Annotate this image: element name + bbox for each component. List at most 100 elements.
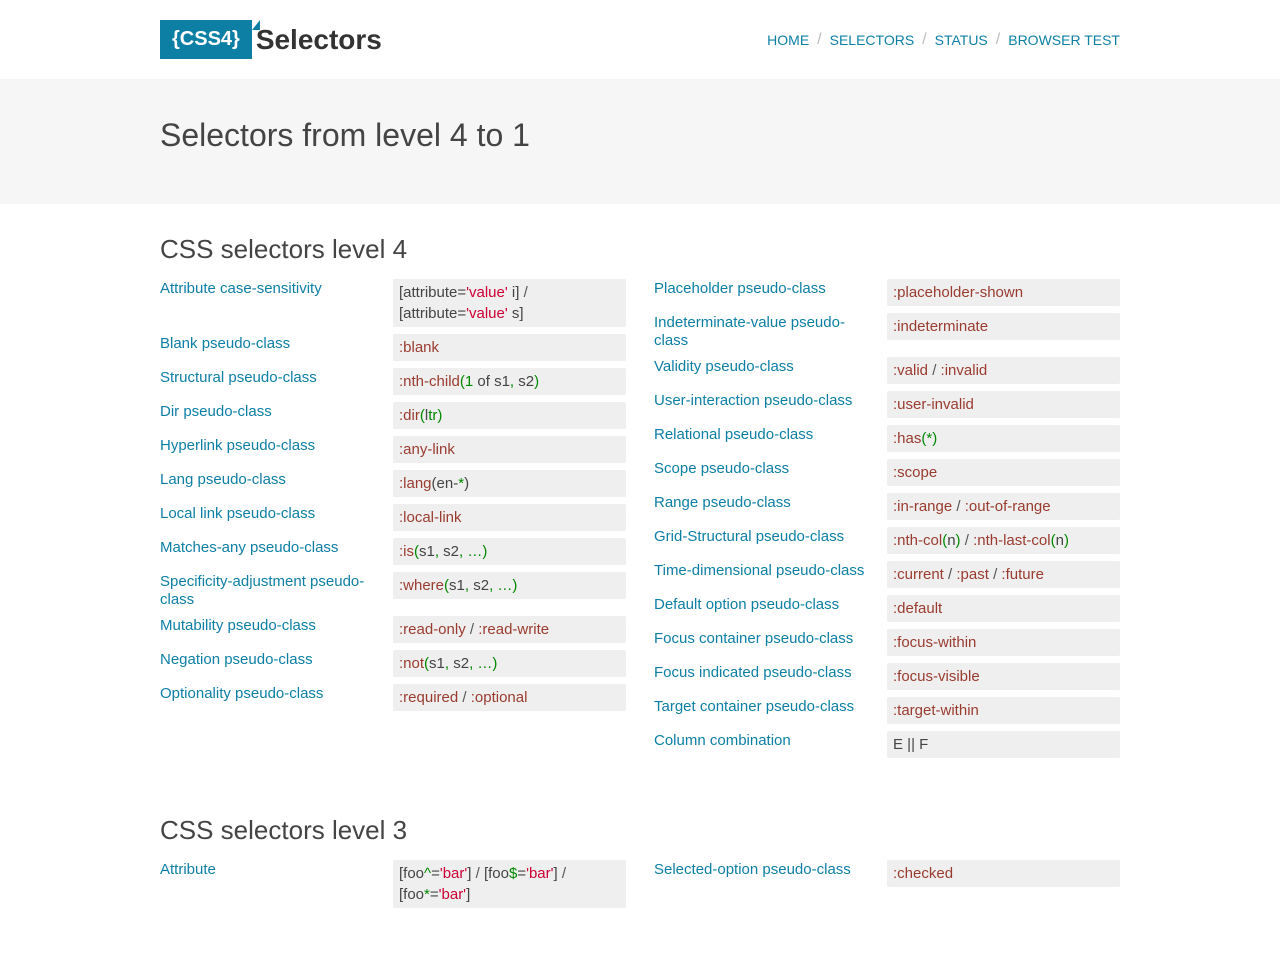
nav-item: HOME / — [767, 31, 821, 49]
selector-link[interactable]: Blank pseudo-class — [160, 335, 290, 352]
selector-label: Negation pseudo-class — [160, 650, 393, 669]
selector-label: Mutability pseudo-class — [160, 616, 393, 635]
selector-link[interactable]: Lang pseudo-class — [160, 471, 286, 488]
selector-link[interactable]: Scope pseudo-class — [654, 460, 789, 477]
code-snippet: :lang(en-*) — [393, 470, 626, 497]
selector-link[interactable]: User-interaction pseudo-class — [654, 392, 852, 409]
selector-row: Attribute case-sensitivity [attribute='va… — [160, 279, 626, 327]
selector-row: Range pseudo-class:in-range / :out-of-ra… — [654, 493, 1120, 520]
selector-row: Relational pseudo-class :has(*) — [654, 425, 1120, 452]
selector-link[interactable]: Grid-Structural pseudo-class — [654, 528, 844, 545]
selector-link[interactable]: Matches-any pseudo-class — [160, 539, 338, 556]
selector-link[interactable]: Target container pseudo-class — [654, 698, 854, 715]
selector-link[interactable]: Range pseudo-class — [654, 494, 791, 511]
logo-text: Selectors — [256, 24, 382, 56]
selector-label: Default option pseudo-class — [654, 595, 887, 614]
selector-label: Lang pseudo-class — [160, 470, 393, 489]
selector-row: Dir pseudo-class:dir(ltr) — [160, 402, 626, 429]
selector-link[interactable]: Attribute — [160, 861, 216, 878]
code-snippet: :any-link — [393, 436, 626, 463]
selector-row: Optionality pseudo-class :required / :opt… — [160, 684, 626, 711]
code-snippet: [attribute='value' i] / [attribute='valu… — [393, 279, 626, 327]
nav-link[interactable]: HOME — [767, 32, 809, 48]
selector-link[interactable]: Validity pseudo-class — [654, 358, 794, 375]
code-snippet: :nth-col(n) / :nth-last-col(n) — [887, 527, 1120, 554]
logo[interactable]: {CSS4} Selectors — [160, 20, 382, 59]
code-snippet: :current / :past / :future — [887, 561, 1120, 588]
selector-label: Column combination — [654, 731, 887, 750]
selector-row: User-interaction pseudo-class :user-inval… — [654, 391, 1120, 418]
selector-link[interactable]: Hyperlink pseudo-class — [160, 437, 315, 454]
code-snippet: :nth-child(1 of s1, s2) — [393, 368, 626, 395]
code-snippet: :blank — [393, 334, 626, 361]
code-snippet: :checked — [887, 860, 1120, 887]
selector-row: Local link pseudo-class :local-link — [160, 504, 626, 531]
code-snippet: :scope — [887, 459, 1120, 486]
code-snippet: :user-invalid — [887, 391, 1120, 418]
code-snippet: :focus-within — [887, 629, 1120, 656]
nav-link[interactable]: BROWSER TEST — [1008, 32, 1120, 48]
nav-link[interactable]: SELECTORS — [830, 32, 915, 48]
selector-label: Matches-any pseudo-class — [160, 538, 393, 557]
selector-label: Attribute case-sensitivity — [160, 279, 393, 298]
code-snippet: :is(s1, s2, …) — [393, 538, 626, 565]
selector-link[interactable]: Dir pseudo-class — [160, 403, 272, 420]
code-snippet: :where(s1, s2, …) — [393, 572, 626, 599]
selector-row: Time-dimensional pseudo-class :current / … — [654, 561, 1120, 588]
code-snippet: :read-only / :read-write — [393, 616, 626, 643]
code-snippet: E || F — [887, 731, 1120, 758]
selector-link[interactable]: Attribute case-sensitivity — [160, 280, 322, 297]
selector-label: Validity pseudo-class — [654, 357, 887, 376]
selector-link[interactable]: Negation pseudo-class — [160, 651, 313, 668]
selector-row: Lang pseudo-class :lang(en-*) — [160, 470, 626, 497]
selector-link[interactable]: Relational pseudo-class — [654, 426, 813, 443]
selector-link[interactable]: Focus indicated pseudo-class — [654, 664, 852, 681]
selector-label: User-interaction pseudo-class — [654, 391, 887, 410]
nav-item: STATUS/ — [935, 31, 1001, 49]
selector-row: Validity pseudo-class :valid / :invalid — [654, 357, 1120, 384]
code-snippet: :local-link — [393, 504, 626, 531]
logo-badge: {CSS4} — [160, 20, 252, 59]
selector-label: Range pseudo-class — [654, 493, 887, 512]
code-snippet: :has(*) — [887, 425, 1120, 452]
code-snippet: :required / :optional — [393, 684, 626, 711]
code-snippet: :indeterminate — [887, 313, 1120, 340]
selector-link[interactable]: Selected-option pseudo-class — [654, 861, 851, 878]
nav-separator: / — [817, 31, 821, 49]
selector-label: Attribute — [160, 860, 393, 879]
nav-item: SELECTORS/ — [830, 31, 927, 49]
selector-row: Default option pseudo-class:default — [654, 595, 1120, 622]
selector-label: Grid-Structural pseudo-class — [654, 527, 887, 546]
selector-label: Relational pseudo-class — [654, 425, 887, 444]
selector-link[interactable]: Time-dimensional pseudo-class — [654, 562, 864, 579]
selector-link[interactable]: Focus container pseudo-class — [654, 630, 853, 647]
selector-row: Structural pseudo-class :nth-child(1 of s… — [160, 368, 626, 395]
selector-link[interactable]: Indeterminate-value pseudo-class — [654, 314, 845, 349]
selector-row: Scope pseudo-class :scope — [654, 459, 1120, 486]
nav-link[interactable]: STATUS — [935, 32, 988, 48]
nav-item: BROWSER TEST — [1008, 31, 1120, 49]
selector-row: Target container pseudo-class:target-wit… — [654, 697, 1120, 724]
selector-label: Structural pseudo-class — [160, 368, 393, 387]
section-title-lvl4: CSS selectors level 4 — [160, 234, 1120, 265]
main-nav: HOME / SELECTORS/STATUS/BROWSER TEST — [767, 31, 1120, 49]
selector-link[interactable]: Specificity-adjustment pseudo-class — [160, 573, 364, 608]
code-snippet: :valid / :invalid — [887, 357, 1120, 384]
selector-link[interactable]: Mutability pseudo-class — [160, 617, 316, 634]
selector-row: Specificity-adjustment pseudo-class :wher… — [160, 572, 626, 609]
selector-label: Dir pseudo-class — [160, 402, 393, 421]
selector-row: Negation pseudo-class :not(s1, s2, …) — [160, 650, 626, 677]
selector-link[interactable]: Placeholder pseudo-class — [654, 280, 826, 297]
selector-link[interactable]: Default option pseudo-class — [654, 596, 839, 613]
selector-link[interactable]: Optionality pseudo-class — [160, 685, 323, 702]
selector-link[interactable]: Local link pseudo-class — [160, 505, 315, 522]
selector-label: Focus container pseudo-class — [654, 629, 887, 648]
selector-link[interactable]: Column combination — [654, 732, 791, 749]
code-snippet: :not(s1, s2, …) — [393, 650, 626, 677]
selector-row: Mutability pseudo-class :read-only / :rea… — [160, 616, 626, 643]
selector-link[interactable]: Structural pseudo-class — [160, 369, 317, 386]
selector-row: Focus indicated pseudo-class:focus-visib… — [654, 663, 1120, 690]
selector-row: Focus container pseudo-class :focus-withi… — [654, 629, 1120, 656]
site-header: {CSS4} Selectors HOME / SELECTORS/STATUS/B… — [0, 0, 1280, 79]
selector-row: Matches-any pseudo-class :is(s1, s2, …) — [160, 538, 626, 565]
